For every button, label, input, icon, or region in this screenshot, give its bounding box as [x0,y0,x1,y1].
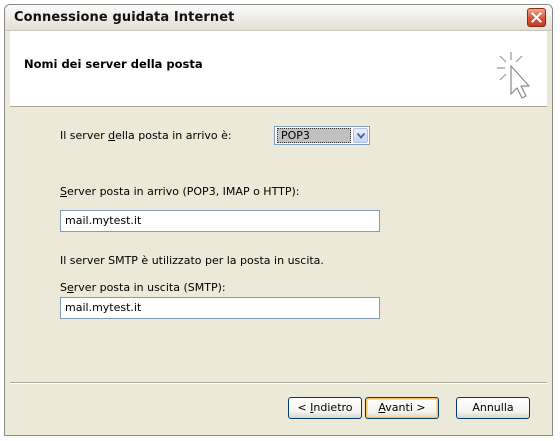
incoming-type-select[interactable]: POP3 [274,126,370,145]
close-button[interactable] [527,8,546,27]
cancel-button[interactable]: Annulla [456,397,530,419]
incoming-type-label: Il server della posta in arrivo è: [60,129,232,142]
smtp-info-text: Il server SMTP è utilizzato per la posta… [60,254,324,267]
title-bar[interactable]: Connessione guidata Internet [5,5,552,31]
dropdown-button[interactable] [353,128,368,143]
next-button[interactable]: Avanti > [365,397,439,419]
outgoing-server-input[interactable]: mail.mytest.it [60,297,380,319]
window-title: Connessione guidata Internet [14,10,235,25]
page-title: Nomi dei server della posta [24,57,203,71]
incoming-server-label: Server posta in arrivo (POP3, IMAP o HTT… [60,185,300,198]
back-button[interactable]: < Indietro [288,397,362,419]
wizard-header: Nomi dei server della posta [10,31,547,107]
button-divider [10,382,547,384]
wizard-dialog: Connessione guidata Internet Nomi dei se… [4,4,553,436]
incoming-server-input[interactable]: mail.mytest.it [60,210,380,232]
incoming-type-value: POP3 [277,128,351,143]
outgoing-server-label: Server posta in uscita (SMTP): [60,281,226,294]
close-icon [531,12,542,23]
chevron-down-icon [357,133,365,139]
wizard-cursor-sparkle-icon [497,52,530,99]
